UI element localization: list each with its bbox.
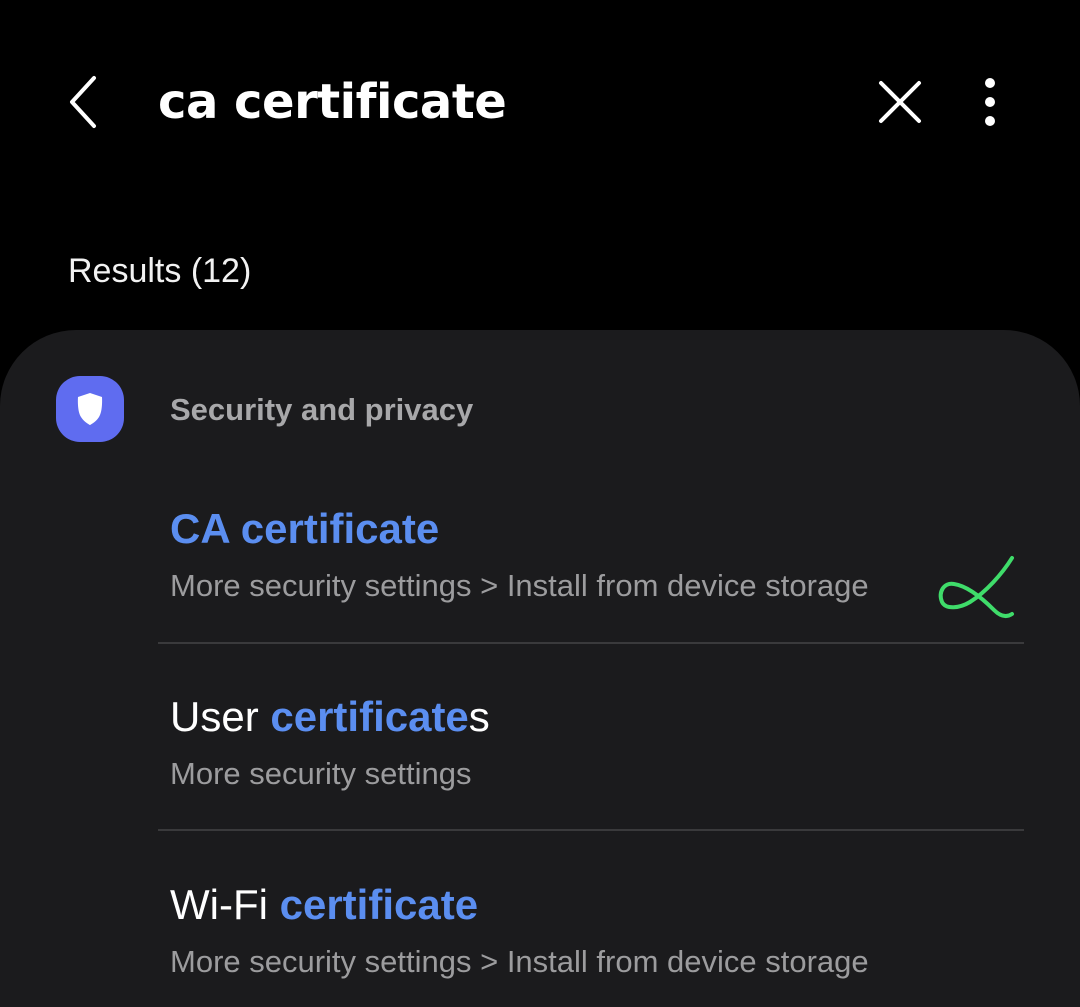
title-suffix: s <box>468 693 490 740</box>
result-item-user-certificates[interactable]: User certificates More security settings <box>158 690 1024 830</box>
clear-search-button[interactable] <box>860 62 940 142</box>
result-title: User certificates <box>170 690 490 744</box>
result-item-wifi-certificate[interactable]: Wi-Fi certificate More security settings… <box>158 878 1024 1007</box>
divider <box>158 829 1024 831</box>
result-title: CA certificate <box>170 502 439 556</box>
results-count: Results (12) <box>68 252 252 290</box>
result-item-ca-certificate[interactable]: CA certificate More security settings > … <box>158 502 1024 642</box>
settings-search-screen: ca certificate Results (12) Security and… <box>0 0 1080 1007</box>
shield-icon <box>77 393 103 425</box>
more-vertical-icon <box>985 78 995 126</box>
back-button[interactable] <box>44 62 124 142</box>
divider <box>158 642 1024 644</box>
title-highlight: certificate <box>270 693 469 740</box>
more-options-button[interactable] <box>950 62 1030 142</box>
category-label: Security and privacy <box>170 392 474 427</box>
title-highlight: certificate <box>279 881 479 928</box>
result-path: More security settings <box>170 756 472 791</box>
title-highlight: CA certificate <box>170 505 440 552</box>
title-prefix: Wi-Fi <box>170 881 280 928</box>
search-bar: ca certificate <box>0 0 1080 206</box>
title-prefix: User <box>170 693 271 740</box>
close-icon <box>879 81 921 123</box>
result-path: More security settings > Install from de… <box>170 568 869 603</box>
category-icon <box>56 376 124 442</box>
result-title: Wi-Fi certificate <box>170 878 478 932</box>
search-input[interactable]: ca certificate <box>158 72 507 132</box>
chevron-left-icon <box>70 76 96 128</box>
result-path: More security settings > Install from de… <box>170 944 869 979</box>
